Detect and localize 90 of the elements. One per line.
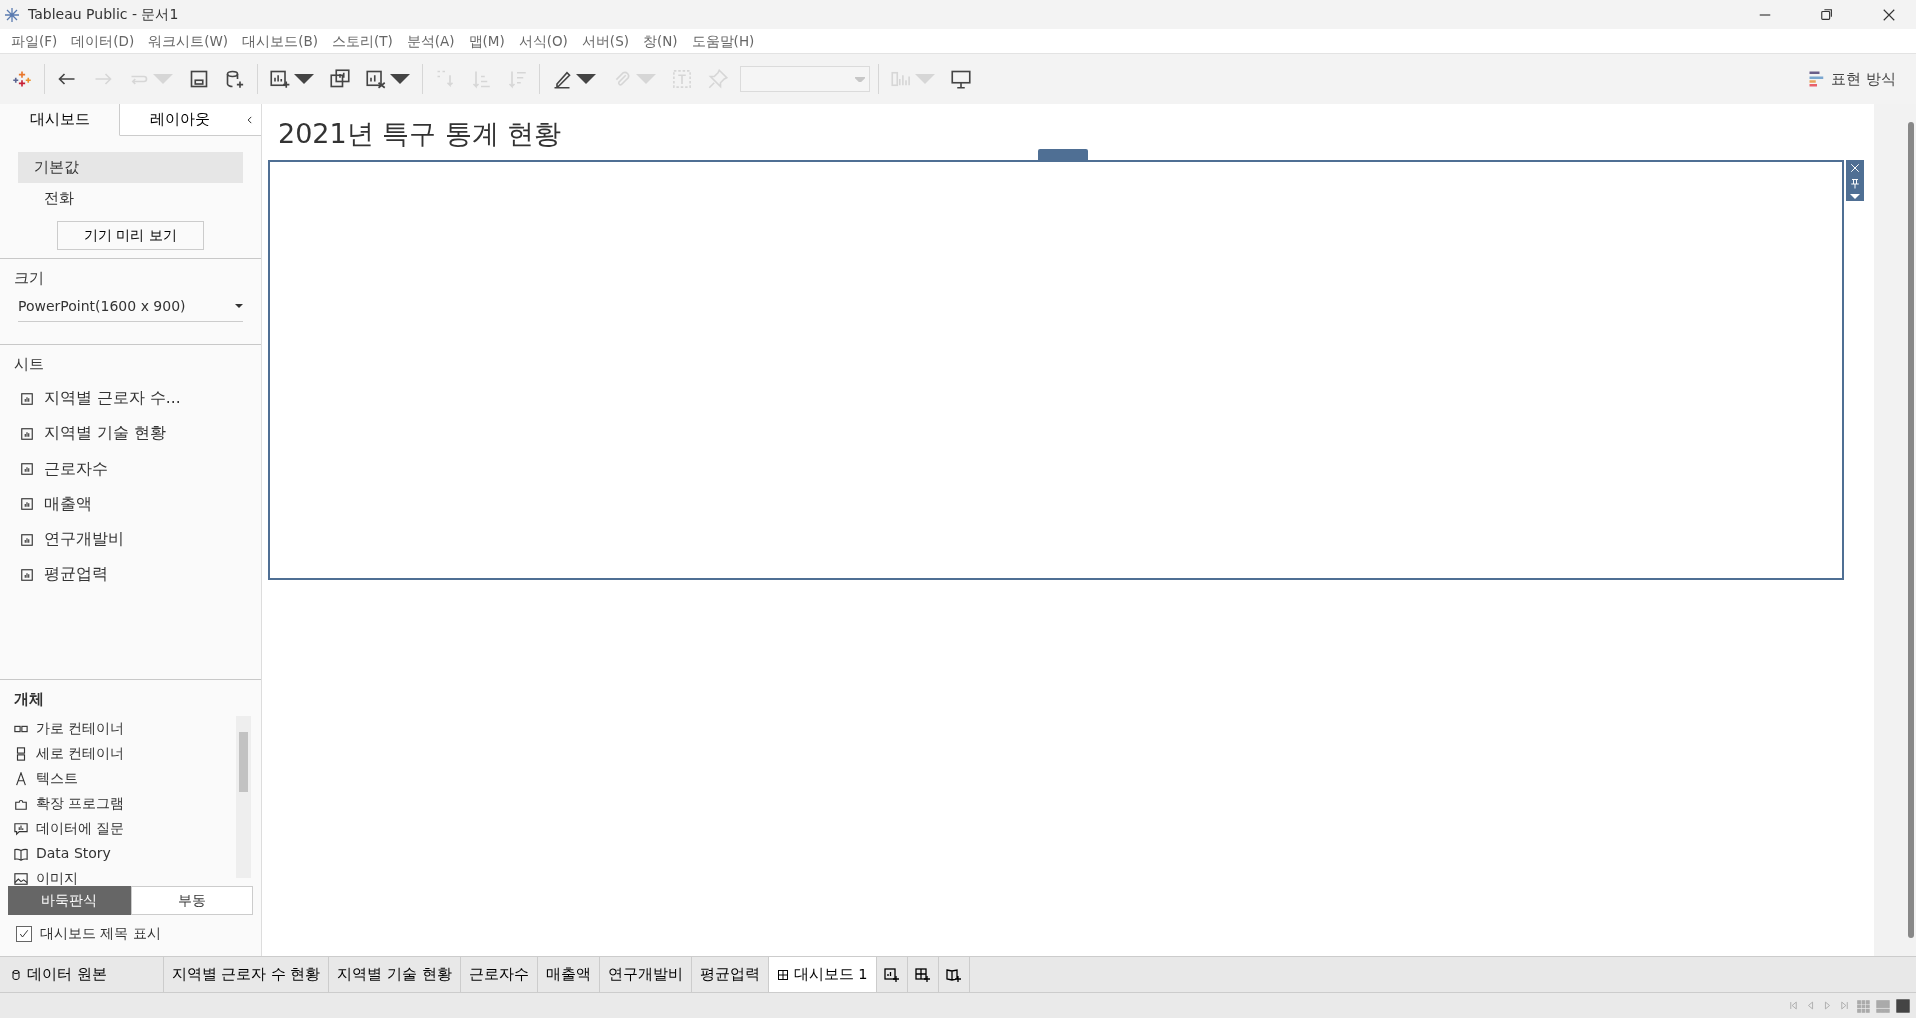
grid-view-icon[interactable]: [1856, 998, 1870, 1013]
sheet-icon: [20, 532, 34, 547]
show-me-button[interactable]: 표현 방식: [1803, 63, 1900, 95]
object-item[interactable]: 세로 컨테이너: [36, 743, 125, 764]
section-heading: 개체: [13, 688, 45, 710]
pin-icon: [708, 69, 728, 89]
sidebar-tab[interactable]: 레이아웃: [120, 104, 239, 136]
tab-view-icon[interactable]: [1896, 998, 1910, 1013]
device-preview-button[interactable]: 기기 미리 보기: [57, 221, 204, 250]
last-page-icon[interactable]: [1839, 1000, 1850, 1011]
close-icon[interactable]: [1882, 7, 1896, 22]
pin-icon[interactable]: [1849, 178, 1861, 191]
speech-chart-icon: [14, 821, 28, 836]
chart-plus-icon: [270, 69, 290, 89]
sheet-icon: [20, 567, 34, 582]
image-icon: [14, 871, 28, 886]
section-heading: 크기: [13, 268, 45, 289]
object-item[interactable]: Data Story: [36, 843, 111, 864]
caret-icon: [855, 76, 865, 82]
first-page-icon[interactable]: [1788, 1000, 1799, 1011]
filmstrip-view-icon[interactable]: [1876, 998, 1890, 1013]
checkbox-label[interactable]: 대시보드 제목 표시: [40, 923, 161, 944]
chart-x-icon: [366, 69, 386, 89]
sheet-item[interactable]: 연구개발비: [44, 528, 124, 552]
sheet-icon: [20, 391, 34, 406]
device-item[interactable]: 기본값: [18, 152, 243, 183]
menu-item[interactable]: 대시보드(B): [235, 30, 325, 52]
grid-plus-icon: [914, 966, 931, 983]
sheet-item[interactable]: 지역별 기술 현황: [44, 422, 166, 446]
menu-item[interactable]: 데이터(D): [64, 30, 142, 52]
checkmark-icon: [18, 927, 30, 940]
snowflake-icon: [4, 6, 20, 23]
dashboard-title: 2021년 특구 통계 현황: [277, 118, 563, 151]
grid-icon: [776, 968, 789, 981]
close-icon[interactable]: [1849, 162, 1861, 175]
menu-item[interactable]: 워크시트(W): [141, 30, 236, 52]
object-item[interactable]: 이미지: [36, 868, 78, 889]
cylinder-plus-icon: [225, 69, 245, 89]
cards-icon: [891, 69, 911, 89]
sheet-tab[interactable]: 대시보드 1: [768, 957, 877, 992]
duplicate-chart-icon: [330, 69, 350, 89]
presentation-screen-icon: [951, 69, 971, 89]
tableau-logo-icon: [12, 69, 32, 89]
scrollbar[interactable]: [236, 716, 251, 878]
menu-item[interactable]: 스토리(T): [324, 30, 400, 52]
cylinder-icon: [10, 968, 22, 981]
object-item[interactable]: 데이터에 질문: [36, 818, 125, 839]
sheet-item[interactable]: 근로자수: [44, 457, 108, 481]
restore-icon[interactable]: [1820, 7, 1834, 22]
sort-descending-icon: [507, 69, 527, 89]
menu-item[interactable]: 분석(A): [399, 30, 462, 52]
sheet-icon: [20, 462, 34, 477]
next-icon[interactable]: [1822, 1000, 1833, 1011]
swap-icon: [435, 69, 455, 89]
pen-icon: [552, 69, 572, 89]
scrollbar[interactable]: [1874, 104, 1916, 956]
book-plus-icon: [945, 966, 962, 983]
menu-item[interactable]: 맵(M): [461, 30, 512, 52]
device-item[interactable]: 전화: [18, 182, 243, 213]
sort-ascending-icon: [471, 69, 491, 89]
sheet-icon: [20, 497, 34, 512]
layout-mode-toggle[interactable]: 부동: [130, 886, 253, 915]
caret-icon: [235, 304, 243, 308]
layout-mode-toggle[interactable]: 바둑판식: [8, 886, 131, 915]
sheet-icon: [20, 426, 34, 441]
letter-a-icon: [14, 771, 28, 786]
previous-icon[interactable]: [1805, 1000, 1816, 1011]
menu-item[interactable]: 파일(F): [4, 30, 65, 52]
stacked-boxes-icon: [14, 746, 28, 761]
chevron-left-icon: [245, 114, 255, 125]
menu-item[interactable]: 창(N): [635, 30, 685, 52]
sheet-item[interactable]: 매출액: [44, 492, 92, 516]
object-item[interactable]: 가로 컨테이너: [36, 718, 125, 739]
object-item[interactable]: 확장 프로그램: [36, 793, 125, 814]
window-title: Tableau Public - 문서1: [28, 5, 179, 24]
menu-item[interactable]: 서식(O): [511, 30, 575, 52]
sheet-item[interactable]: 지역별 근로자 수...: [44, 387, 181, 411]
menu-item[interactable]: 도움말(H): [684, 30, 762, 52]
object-item[interactable]: 텍스트: [36, 768, 78, 789]
collapse-button[interactable]: [239, 104, 261, 136]
text-box-icon: [672, 69, 692, 89]
drag-handle[interactable]: [1038, 149, 1088, 161]
menu-item[interactable]: 서버(S): [574, 30, 636, 52]
sheet-item[interactable]: 평균업력: [44, 563, 108, 587]
checkbox[interactable]: [16, 925, 32, 942]
book-icon: [14, 846, 28, 861]
size-dropdown[interactable]: PowerPoint(1600 x 900): [18, 293, 243, 322]
section-heading: 시트: [13, 353, 45, 375]
caret-icon[interactable]: [1850, 194, 1860, 200]
chart-plus-icon: [883, 966, 900, 983]
